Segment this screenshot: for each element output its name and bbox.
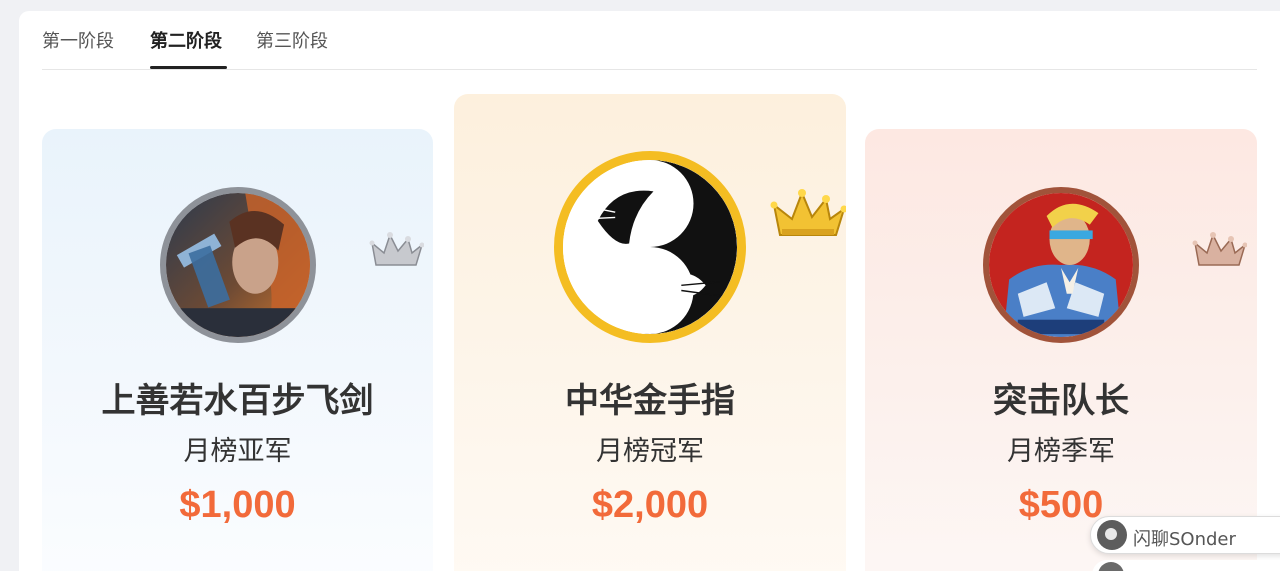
silver-crown-icon xyxy=(369,232,424,266)
avatar xyxy=(160,187,316,343)
player-name: 中华金手指 xyxy=(565,381,735,421)
runner-up-card[interactable]: 上善若水百步飞剑 月榜亚军 $1,000 xyxy=(42,129,433,571)
runner-up-avatar-wrap xyxy=(160,187,424,343)
user-avatar-icon xyxy=(1098,562,1124,571)
floating-chat-widget-secondary[interactable] xyxy=(1092,560,1280,571)
yin-yang-cat-avatar-image xyxy=(563,160,737,334)
champion-card[interactable]: 中华金手指 月榜冠军 $2,000 xyxy=(454,94,846,571)
active-tab-indicator xyxy=(150,66,227,69)
player-name: 突击队长 xyxy=(993,381,1129,421)
prize-amount: $2,000 xyxy=(591,484,709,526)
tab-stage-3[interactable]: 第三阶段 xyxy=(256,30,328,54)
avatar xyxy=(983,187,1139,343)
rank-label: 月榜季军 xyxy=(1007,436,1115,467)
rank-label: 月榜冠军 xyxy=(596,436,704,467)
gold-crown-icon xyxy=(770,189,846,236)
floating-widget-text: 闪聊SOnder xyxy=(1133,529,1236,550)
tab-stage-1[interactable]: 第一阶段 xyxy=(42,30,114,54)
bronze-crown-icon xyxy=(1192,232,1247,266)
player-name: 上善若水百步飞剑 xyxy=(101,381,374,421)
prize-amount: $1,000 xyxy=(179,484,296,526)
champion-avatar-wrap xyxy=(554,151,846,343)
floating-chat-widget[interactable]: 闪聊SOnder xyxy=(1090,516,1280,554)
captain-avatar-image xyxy=(989,193,1133,337)
third-place-avatar-wrap xyxy=(983,187,1247,343)
avatar xyxy=(554,151,746,343)
rank-label: 月榜亚军 xyxy=(183,436,292,467)
stage-tabs: 第一阶段 第二阶段 第三阶段 xyxy=(42,12,1257,70)
user-avatar-icon xyxy=(1097,520,1127,550)
swordsman-avatar-image xyxy=(166,193,310,337)
tab-stage-2[interactable]: 第二阶段 xyxy=(150,30,222,54)
third-place-card[interactable]: 突击队长 月榜季军 $500 xyxy=(865,129,1257,571)
